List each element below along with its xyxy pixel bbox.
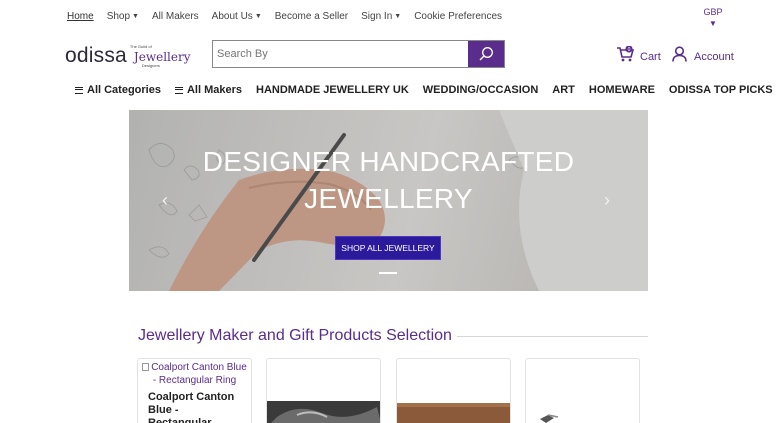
cart-icon: 0 xyxy=(617,46,634,62)
shop-label: Shop xyxy=(106,11,131,22)
become-seller-link[interactable]: Become a Seller xyxy=(275,11,348,22)
hero-carousel: DESIGNER HANDCRAFTED JEWELLERY SHOP ALL … xyxy=(129,110,648,291)
cart-count: 0 xyxy=(628,47,631,53)
all-makers-menu[interactable]: All Makers xyxy=(174,84,242,96)
all-makers-label: All Makers xyxy=(186,84,242,96)
guild-main-text: Jewellery xyxy=(133,50,191,64)
account-button[interactable]: Account xyxy=(672,45,734,63)
broken-image-icon xyxy=(142,363,150,371)
category-odissa-top-picks[interactable]: ODISSA TOP PICKS xyxy=(669,84,773,96)
shop-menu[interactable]: Shop ▼ xyxy=(107,11,139,22)
arrow-left-icon[interactable]: ‹ xyxy=(162,190,168,211)
cookie-preferences-link[interactable]: Cookie Preferences xyxy=(414,11,502,22)
search-bar xyxy=(212,40,505,68)
account-label: Account xyxy=(694,51,734,63)
product-image-broken[interactable]: Coalport Canton Blue - Rectangular Ring xyxy=(138,359,251,387)
search-input[interactable] xyxy=(213,41,468,67)
chevron-down-icon: ▼ xyxy=(132,13,139,20)
currency-selector[interactable]: GBP ▼ xyxy=(702,7,724,29)
cart-button[interactable]: 0 Cart xyxy=(616,45,661,63)
all-categories-menu[interactable]: All Categories xyxy=(75,84,161,96)
logo-text: odissa xyxy=(65,44,127,67)
currency-label: GBP xyxy=(703,7,723,17)
category-wedding-occasion[interactable]: WEDDING/OCCASION xyxy=(423,84,539,96)
product-card[interactable] xyxy=(525,358,640,423)
chevron-down-icon: ▼ xyxy=(254,13,262,20)
product-image[interactable] xyxy=(526,397,640,423)
product-card[interactable] xyxy=(266,358,381,423)
carousel-indicator[interactable] xyxy=(379,272,397,274)
product-image[interactable] xyxy=(397,397,511,423)
product-card[interactable] xyxy=(396,358,511,423)
chevron-down-icon: ▼ xyxy=(394,13,402,20)
search-icon xyxy=(479,47,493,61)
sign-in-menu[interactable]: Sign In ▼ xyxy=(361,11,401,22)
guild-logo: The Guild of Jewellery Designers xyxy=(129,44,191,68)
search-button[interactable] xyxy=(468,41,504,67)
menu-icon xyxy=(174,86,183,94)
category-homeware[interactable]: HOMEWARE xyxy=(589,84,655,96)
guild-sub-text: Designers xyxy=(141,63,160,68)
section-divider xyxy=(457,336,648,337)
menu-icon xyxy=(75,86,83,94)
section-title: Jewellery Maker and Gift Products Select… xyxy=(138,327,452,344)
top-nav: Home Shop ▼ All Makers About Us ▼ Become a… xyxy=(0,0,777,34)
category-art[interactable]: ART xyxy=(552,84,575,96)
about-us-label: About Us xyxy=(211,11,253,22)
all-makers-link[interactable]: All Makers xyxy=(152,11,199,22)
arrow-right-icon[interactable]: › xyxy=(604,190,610,211)
all-categories-label: All Categories xyxy=(87,84,161,96)
product-image[interactable] xyxy=(267,397,381,423)
about-us-menu[interactable]: About Us ▼ xyxy=(212,11,262,22)
category-handmade-jewellery[interactable]: HANDMADE JEWELLERY UK xyxy=(256,84,409,96)
category-nav: All Categories All Makers HANDMADE JEWEL… xyxy=(75,84,777,96)
guild-small-text: The Guild of xyxy=(129,44,152,49)
site-logo[interactable]: odissa The Guild of Jewellery Designers xyxy=(65,44,191,68)
top-links: Home Shop ▼ All Makers About Us ▼ Become a… xyxy=(67,11,515,22)
user-icon xyxy=(672,46,687,62)
product-name[interactable]: Coalport Canton Blue - Rectangular xyxy=(138,387,251,423)
product-card[interactable]: Coalport Canton Blue - Rectangular Ring … xyxy=(137,358,252,423)
hero-title: DESIGNER HANDCRAFTED JEWELLERY xyxy=(129,143,648,217)
sign-in-label: Sign In xyxy=(361,11,393,22)
shop-all-jewellery-button[interactable]: SHOP ALL JEWELLERY xyxy=(335,236,441,260)
cart-label: Cart xyxy=(640,51,661,63)
chevron-down-icon: ▼ xyxy=(709,19,717,28)
product-image-alt: Coalport Canton Blue - Rectangular Ring xyxy=(151,362,247,386)
home-link[interactable]: Home xyxy=(67,11,94,22)
hero-title-line2: JEWELLERY xyxy=(304,183,473,214)
hero-title-line1: DESIGNER HANDCRAFTED xyxy=(202,146,575,177)
